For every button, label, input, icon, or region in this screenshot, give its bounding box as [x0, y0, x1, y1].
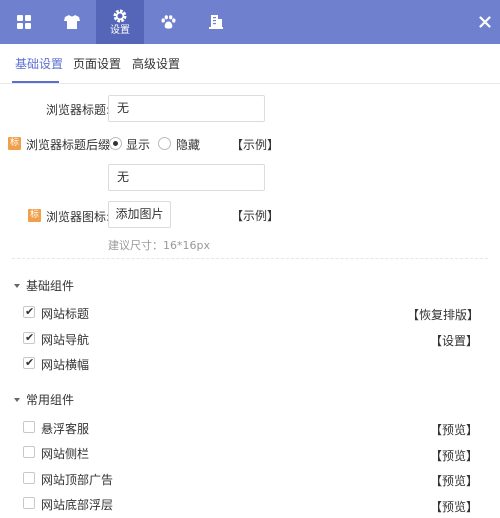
suffix-show-radio[interactable] [109, 137, 122, 150]
section-common-components[interactable]: 常用组件 [14, 391, 74, 408]
checkbox-site-title[interactable]: ✔ [23, 306, 35, 318]
title-suffix-input[interactable]: 无 [108, 164, 265, 191]
icon-tag-badge: 标 [28, 209, 41, 222]
suffix-example-link[interactable]: 【示例】 [231, 136, 279, 153]
browser-icon-label: 浏览器图标: [46, 210, 111, 224]
paw-icon [161, 15, 175, 29]
section-divider [12, 258, 488, 259]
settings-tabs: 基础设置 页面设置 高级设置 [0, 44, 500, 84]
tab-basic-settings[interactable]: 基础设置 [15, 44, 63, 84]
nav-settings-link[interactable]: 【设置】 [430, 332, 478, 349]
checkbox-top-ad[interactable] [23, 472, 35, 484]
checkbox-bottom-float[interactable] [23, 497, 35, 509]
site-title-label: 网站标题 [41, 307, 90, 321]
tab-page-settings[interactable]: 页面设置 [73, 44, 121, 84]
preview-link[interactable]: 【预览】 [430, 447, 478, 464]
section-basic-components[interactable]: 基础组件 [14, 277, 74, 294]
top-toolbar: 设置 [0, 0, 500, 44]
caret-down-icon [14, 397, 20, 402]
toolbar-building-button[interactable] [192, 0, 240, 44]
close-button[interactable] [475, 12, 495, 32]
section-title: 基础组件 [26, 279, 75, 293]
caret-down-icon [14, 283, 20, 288]
grid-icon [17, 15, 31, 29]
preview-link[interactable]: 【预览】 [430, 421, 478, 438]
title-suffix-label: 浏览器标题后缀: [26, 138, 115, 152]
check-icon: ✔ [25, 356, 35, 369]
active-tab-indicator [12, 81, 59, 83]
suffix-show-label[interactable]: 显示 [126, 136, 150, 153]
checkbox-float-service[interactable] [23, 421, 35, 433]
toolbar-style-button[interactable] [48, 0, 96, 44]
suffix-hide-label[interactable]: 隐藏 [176, 136, 200, 153]
building-icon [209, 15, 223, 29]
icon-example-link[interactable]: 【示例】 [231, 207, 279, 224]
restore-layout-link[interactable]: 【恢复排版】 [407, 306, 479, 323]
tab-advanced-settings[interactable]: 高级设置 [132, 44, 180, 84]
section-title: 常用组件 [26, 393, 75, 407]
checkbox-site-banner[interactable]: ✔ [23, 357, 35, 369]
site-banner-label: 网站横幅 [41, 358, 90, 372]
site-nav-label: 网站导航 [41, 333, 90, 347]
checkbox-site-sidebar[interactable] [23, 446, 35, 458]
float-service-label: 悬浮客服 [41, 422, 90, 436]
check-icon: ✔ [25, 305, 35, 318]
toolbar-grid-button[interactable] [0, 0, 48, 44]
browser-title-label: 浏览器标题: [46, 103, 111, 117]
gear-icon [113, 9, 127, 22]
suffix-hide-radio[interactable] [158, 137, 171, 150]
top-ad-label: 网站顶部广告 [41, 473, 114, 487]
preview-link[interactable]: 【预览】 [430, 498, 478, 515]
toolbar-settings-label: 设置 [110, 24, 130, 36]
preview-link[interactable]: 【预览】 [430, 472, 478, 489]
toolbar-settings-button[interactable]: 设置 [96, 0, 144, 44]
add-image-button[interactable]: 添加图片 [108, 201, 171, 228]
checkbox-site-nav[interactable]: ✔ [23, 332, 35, 344]
bottom-float-label: 网站底部浮层 [41, 498, 114, 512]
suffix-tag-badge: 标 [8, 137, 21, 150]
browser-title-input[interactable]: 无 [108, 95, 265, 122]
icon-size-hint: 建议尺寸：16*16px [108, 239, 210, 252]
shirt-icon [64, 15, 80, 29]
site-sidebar-label: 网站侧栏 [41, 447, 90, 461]
toolbar-pet-button[interactable] [144, 0, 192, 44]
check-icon: ✔ [25, 331, 35, 344]
close-icon [479, 16, 491, 28]
